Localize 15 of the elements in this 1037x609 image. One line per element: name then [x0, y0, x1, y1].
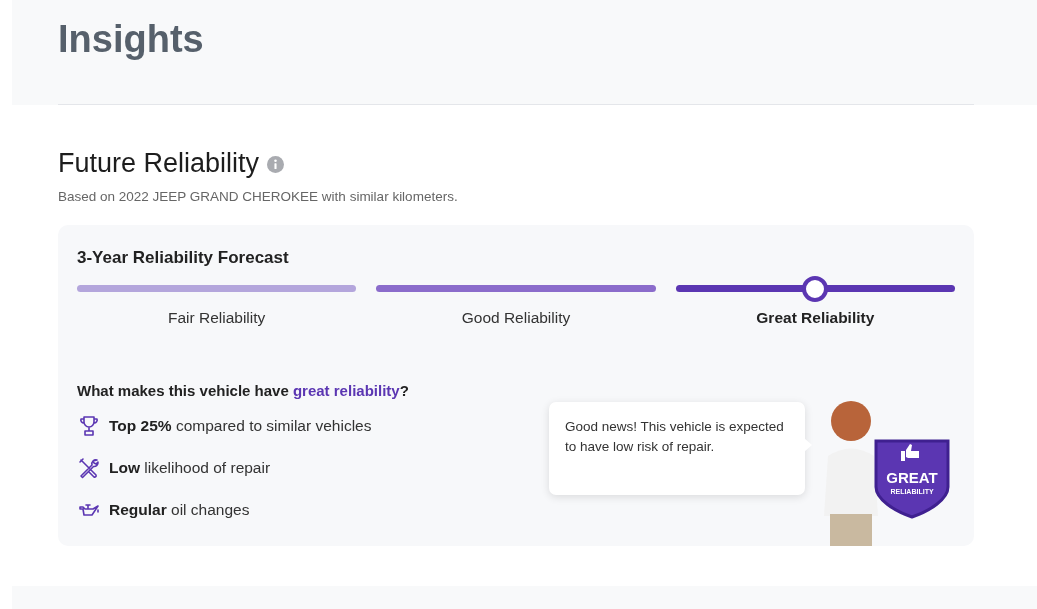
trophy-icon: [77, 414, 101, 438]
callout-text: Good news! This vehicle is expected to have low risk of repair.: [565, 418, 785, 457]
page-title: Insights: [58, 17, 204, 62]
reliability-label: Fair Reliability: [168, 308, 266, 329]
tools-icon: [77, 456, 101, 480]
info-icon[interactable]: [267, 156, 285, 173]
forecast-title: 3-Year Reliability Forecast: [77, 247, 290, 270]
reason-text: Low likelihood of repair: [109, 458, 271, 479]
section-title: Future Reliability: [58, 147, 260, 180]
reason-text: Regular oil changes: [109, 500, 250, 521]
reliability-label: Good Reliability: [461, 308, 571, 329]
reliability-label: Great Reliability: [756, 308, 875, 329]
reliability-question: What makes this vehicle have great reliability?: [77, 380, 410, 401]
section-subtitle: Based on 2022 JEEP GRAND CHEROKEE with similar kilometers.: [58, 188, 459, 206]
reason-text: Top 25% compared to similar vehicles: [109, 416, 372, 437]
